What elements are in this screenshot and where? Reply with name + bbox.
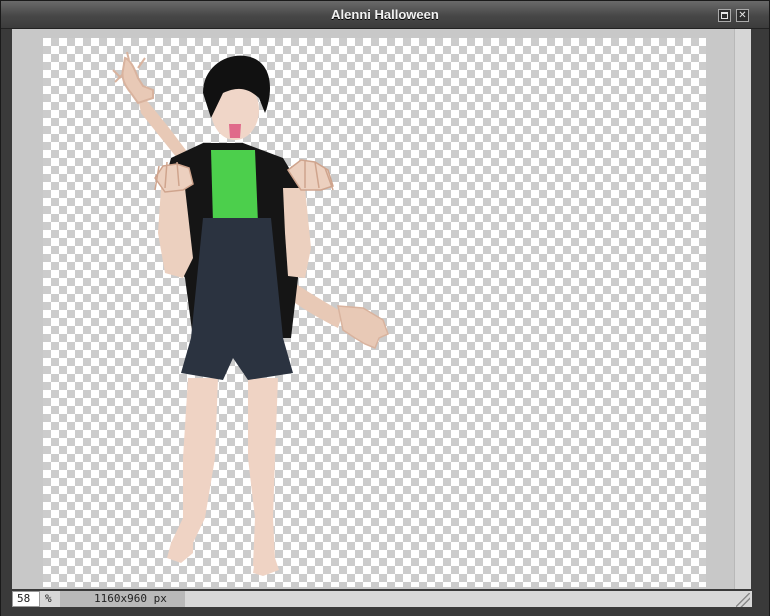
costumed-person-figure xyxy=(112,51,389,576)
right-foot xyxy=(253,558,279,576)
maximize-button[interactable] xyxy=(718,9,731,22)
resize-grip-icon[interactable] xyxy=(736,593,750,607)
close-icon: ✕ xyxy=(738,10,747,21)
title-bar[interactable]: Alenni Halloween ✕ xyxy=(1,1,769,29)
right-leg xyxy=(248,378,278,570)
image-canvas[interactable] xyxy=(43,38,706,587)
maximize-icon xyxy=(721,12,728,19)
status-bar: 58 % 1160x960 px xyxy=(12,591,752,607)
window-title: Alenni Halloween xyxy=(331,7,439,22)
left-foot xyxy=(167,538,193,563)
image-window: Alenni Halloween ✕ 58 % 1160x960 px xyxy=(0,0,770,616)
extra-hand-upper xyxy=(112,51,154,105)
window-frame-right xyxy=(751,29,769,589)
image-dimensions: 1160x960 px xyxy=(60,591,185,607)
window-frame-bottom xyxy=(1,608,769,616)
zoom-input[interactable]: 58 xyxy=(12,591,40,607)
zoom-unit-label: % xyxy=(45,592,52,605)
right-arm xyxy=(283,188,311,278)
left-leg xyxy=(171,378,218,553)
canvas-viewport[interactable] xyxy=(12,29,734,589)
extra-hand-lower xyxy=(337,305,389,349)
tongue xyxy=(229,124,241,138)
vertical-scrollbar[interactable] xyxy=(734,29,752,589)
green-shirt xyxy=(211,150,258,223)
close-button[interactable]: ✕ xyxy=(736,9,749,22)
